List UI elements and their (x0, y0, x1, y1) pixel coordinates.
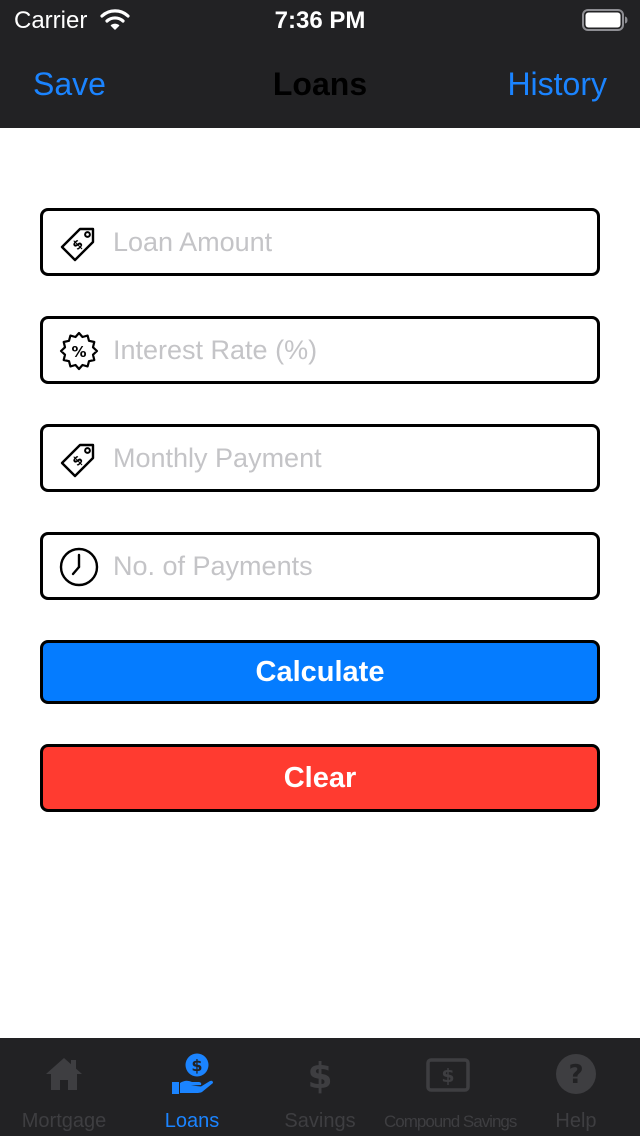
banknote-icon: $ (426, 1058, 470, 1092)
header: Carrier 7:36 PM Save Loans History (0, 0, 640, 128)
percent-badge-icon: % (59, 331, 99, 371)
tab-loans[interactable]: $ Loans (128, 1038, 256, 1136)
interest-rate-input[interactable] (113, 319, 583, 381)
svg-text:$: $ (191, 1056, 202, 1075)
battery-icon (582, 9, 628, 31)
monthly-payment-field[interactable]: $ (40, 424, 600, 492)
svg-text:$: $ (307, 1056, 332, 1096)
price-tag-icon: $ (60, 227, 95, 262)
clear-button[interactable]: Clear (40, 744, 600, 812)
tab-savings[interactable]: $ Savings (256, 1038, 384, 1136)
monthly-payment-input[interactable] (113, 427, 583, 489)
interest-rate-field[interactable]: % (40, 316, 600, 384)
price-tag-icon: $ (60, 443, 95, 478)
tab-compound-savings[interactable]: $ Compound Savings (384, 1038, 517, 1136)
question-icon: ? (556, 1054, 596, 1094)
num-payments-field[interactable] (40, 532, 600, 600)
tab-label: Compound Savings (384, 1112, 517, 1131)
history-button[interactable]: History (507, 66, 607, 103)
tab-help[interactable]: ? Help (512, 1038, 640, 1136)
svg-text:$: $ (441, 1065, 454, 1087)
tab-label: Loans (164, 1110, 220, 1132)
clock-icon (59, 547, 99, 587)
num-payments-input[interactable] (113, 535, 583, 597)
loan-amount-field[interactable]: $ (40, 208, 600, 276)
status-bar: Carrier 7:36 PM (0, 0, 640, 40)
nav-bar: Save Loans History (0, 40, 640, 128)
tab-label: Savings (284, 1110, 356, 1132)
svg-text:%: % (71, 343, 86, 361)
calculate-button[interactable]: Calculate (40, 640, 600, 704)
tab-label: Mortgage (21, 1110, 107, 1132)
hand-coin-icon: $ (172, 1053, 213, 1094)
tab-bar: Mortgage $ Loans $ Savings $ Compound Sa… (0, 1038, 640, 1136)
dollar-icon: $ (307, 1056, 332, 1096)
svg-text:?: ? (568, 1060, 583, 1090)
loan-amount-input[interactable] (113, 211, 583, 273)
tab-mortgage[interactable]: Mortgage (0, 1038, 128, 1136)
house-icon (46, 1058, 82, 1090)
tab-label: Help (555, 1110, 597, 1132)
status-time: 7:36 PM (274, 7, 366, 34)
